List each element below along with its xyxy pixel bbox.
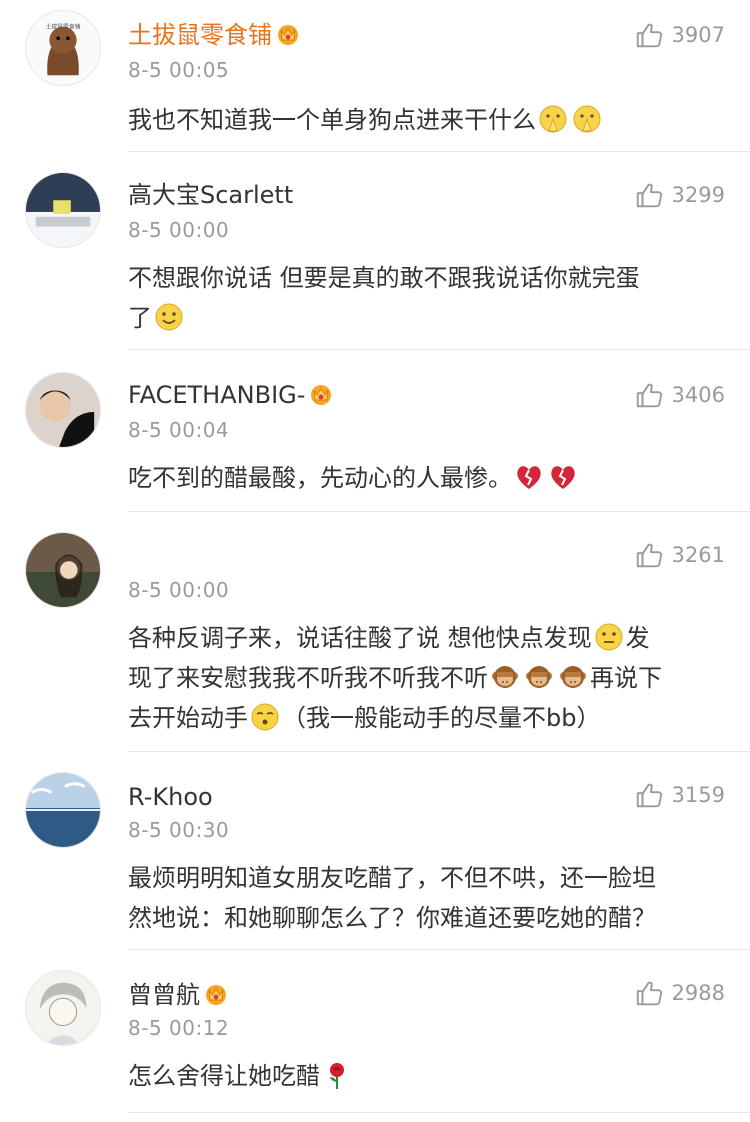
- like-count: 3261: [671, 543, 725, 567]
- monkey-emoji-icon: [524, 662, 554, 692]
- comment-item: FACETHANBIG- 8-5 00:04 3406 吃不到的醋最酸，先动心的…: [0, 350, 750, 512]
- thumbs-up-icon: [634, 540, 664, 570]
- monkey-emoji-icon: [490, 662, 520, 692]
- comment-text-line: 了: [128, 304, 152, 332]
- comment-item: 曾曾航 8-5 00:12 2988 怎么舍得让她吃醋: [0, 950, 750, 1122]
- comment-text-segment: 现了来安慰我我不听我不听我不听: [128, 664, 488, 692]
- comment-username[interactable]: 高大宝Scarlett: [128, 180, 293, 210]
- pray-emoji-icon: [572, 104, 602, 134]
- comment-item: 8-5 00:00 3261 各种反调子来，说话往酸了说 想他快点发现 发现了来安…: [0, 512, 750, 752]
- comment-text: 怎么舍得让她吃醋: [128, 1056, 728, 1096]
- thumbs-up-icon: [634, 180, 664, 210]
- comment-text: 最烦明明知道女朋友吃醋了，不但不哄，还一脸坦 然地说：和她聊聊怎么了？你难道还要吃…: [128, 858, 728, 938]
- comment-text-line: 不想跟你说话 但要是真的敢不跟我说话你就完蛋: [128, 264, 640, 292]
- like-count: 3406: [671, 383, 725, 407]
- like-button[interactable]: 2988: [634, 978, 725, 1008]
- comment-item: 土拔鼠零食铺 土拔鼠零食铺 8-5 00:05 3907 我也不知道我一个单身狗…: [0, 0, 750, 152]
- comment-item: 高大宝Scarlett 8-5 00:00 3299 不想跟你说话 但要是真的敢…: [0, 152, 750, 350]
- like-button[interactable]: 3299: [634, 180, 725, 210]
- avatar[interactable]: [25, 772, 101, 848]
- comment-text: 各种反调子来，说话往酸了说 想他快点发现 发现了来安慰我我不听我不听我不听 再说下去…: [128, 618, 728, 738]
- username-text[interactable]: 土拔鼠零食铺: [128, 21, 272, 49]
- thumbs-up-icon: [634, 780, 664, 810]
- vip-crown-icon: [204, 982, 228, 1006]
- like-button[interactable]: 3261: [634, 540, 725, 570]
- comment-time: 8-5 00:04: [128, 418, 230, 442]
- username-text[interactable]: 曾曾航: [128, 981, 200, 1009]
- smile-emoji-icon: [154, 302, 184, 332]
- comment-text-line: 然地说：和她聊聊怎么了？你难道还要吃她的醋？: [128, 904, 656, 932]
- vip-crown-icon: [276, 22, 300, 46]
- comment-time: 8-5 00:12: [128, 1016, 230, 1040]
- like-count: 3907: [671, 23, 725, 47]
- broken-heart-icon: [514, 462, 544, 492]
- avatar[interactable]: [25, 970, 101, 1046]
- pray-emoji-icon: [538, 104, 568, 134]
- comment-text-segment: 再说下: [590, 664, 662, 692]
- comment-text: 吃不到的醋最酸，先动心的人最惨。: [128, 458, 728, 498]
- comment-text-segment: 各种反调子来，说话往酸了说 想他快点发现: [128, 624, 592, 652]
- comment-text-segment: （我一般能动手的尽量不bb）: [282, 704, 601, 732]
- like-count: 3299: [671, 183, 725, 207]
- like-button[interactable]: 3406: [634, 380, 725, 410]
- vip-crown-icon: [309, 382, 333, 406]
- comment-username[interactable]: R-Khoo: [128, 782, 213, 812]
- comment-time: 8-5 00:05: [128, 58, 230, 82]
- like-count: 3159: [671, 783, 725, 807]
- avatar[interactable]: 土拔鼠零食铺: [25, 10, 101, 86]
- rose-emoji-icon: [322, 1060, 352, 1090]
- avatar[interactable]: [25, 532, 101, 608]
- confused-emoji-icon: [594, 622, 624, 652]
- sleepy-emoji-icon: [250, 702, 280, 732]
- comment-time: 8-5 00:30: [128, 818, 230, 842]
- avatar[interactable]: [25, 172, 101, 248]
- broken-heart-icon: [548, 462, 578, 492]
- thumbs-up-icon: [634, 20, 664, 50]
- comment-username[interactable]: FACETHANBIG-: [128, 380, 333, 410]
- like-button[interactable]: 3907: [634, 20, 725, 50]
- comment-text-content: 我也不知道我一个单身狗点进来干什么: [128, 106, 536, 134]
- comment-time: 8-5 00:00: [128, 578, 230, 602]
- comment-text: 我也不知道我一个单身狗点进来干什么: [128, 100, 728, 140]
- avatar[interactable]: [25, 372, 101, 448]
- divider: [128, 1112, 750, 1113]
- comment-username[interactable]: 土拔鼠零食铺: [128, 20, 300, 50]
- thumbs-up-icon: [634, 978, 664, 1008]
- comment-text-segment: 去开始动手: [128, 704, 248, 732]
- comment-text: 不想跟你说话 但要是真的敢不跟我说话你就完蛋了: [128, 258, 728, 338]
- comment-text-line: 最烦明明知道女朋友吃醋了，不但不哄，还一脸坦: [128, 864, 656, 892]
- comment-item: R-Khoo 8-5 00:30 3159 最烦明明知道女朋友吃醋了，不但不哄，…: [0, 752, 750, 950]
- comment-text-content: 吃不到的醋最酸，先动心的人最惨。: [128, 464, 512, 492]
- avatar-logo-text: 土拔鼠零食铺: [46, 23, 81, 31]
- comment-time: 8-5 00:00: [128, 218, 230, 242]
- username-text[interactable]: FACETHANBIG-: [128, 381, 305, 409]
- thumbs-up-icon: [634, 380, 664, 410]
- like-count: 2988: [671, 981, 725, 1005]
- comment-text-content: 怎么舍得让她吃醋: [128, 1062, 320, 1090]
- comment-text-segment: 发: [625, 624, 650, 652]
- comment-username[interactable]: 曾曾航: [128, 980, 228, 1010]
- like-button[interactable]: 3159: [634, 780, 725, 810]
- comment-feed: 土拔鼠零食铺 土拔鼠零食铺 8-5 00:05 3907 我也不知道我一个单身狗…: [0, 0, 750, 1122]
- monkey-emoji-icon: [558, 662, 588, 692]
